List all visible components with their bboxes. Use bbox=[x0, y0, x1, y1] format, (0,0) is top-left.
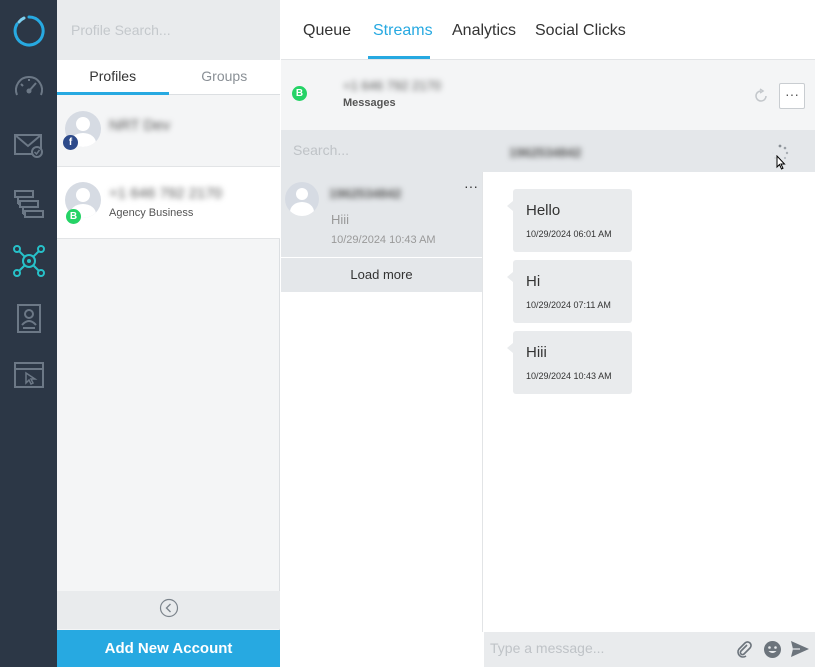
emoji-icon[interactable] bbox=[763, 640, 782, 664]
add-new-account-button[interactable]: Add New Account bbox=[57, 630, 280, 667]
message-timestamp: 10/29/2024 06:01 AM bbox=[526, 229, 612, 239]
refresh-icon[interactable] bbox=[753, 88, 769, 109]
stream-more-button[interactable]: ··· bbox=[779, 83, 805, 109]
logo-ring-icon[interactable] bbox=[0, 2, 57, 59]
attachment-icon[interactable] bbox=[735, 640, 753, 663]
profile-item-facebook[interactable]: f NRT Dev bbox=[57, 95, 280, 167]
main-navigation-rail bbox=[0, 0, 57, 667]
message-thread: Hello 10/29/2024 06:01 AM Hi 10/29/2024 … bbox=[484, 172, 815, 632]
list-item[interactable]: 1962534842 ··· Hiii 10/29/2024 10:43 AM bbox=[281, 172, 482, 257]
send-icon[interactable] bbox=[790, 640, 810, 663]
tab-profiles[interactable]: Profiles bbox=[57, 60, 169, 95]
collapse-bar bbox=[57, 591, 280, 629]
mouse-cursor-icon bbox=[776, 154, 786, 175]
conversation-menu-button[interactable]: ··· bbox=[464, 178, 478, 194]
message-timestamp: 10/29/2024 10:43 AM bbox=[526, 371, 612, 381]
whatsapp-business-icon: B bbox=[292, 86, 307, 101]
tab-groups[interactable]: Groups bbox=[169, 60, 281, 94]
conversation-search-bar: 1962534842 bbox=[281, 130, 815, 172]
conversation-name: 1962534842 bbox=[329, 186, 402, 201]
message-bubble: Hi 10/29/2024 07:11 AM bbox=[507, 260, 632, 323]
tab-analytics[interactable]: Analytics bbox=[452, 22, 516, 40]
conversation-timestamp: 10/29/2024 10:43 AM bbox=[331, 234, 436, 246]
message-bubble: Hello 10/29/2024 06:01 AM bbox=[507, 189, 632, 252]
profile-item-whatsapp[interactable]: B +1 646 792 2170 Agency Business bbox=[57, 167, 280, 239]
workflow-icon[interactable] bbox=[0, 175, 57, 232]
message-input[interactable] bbox=[490, 640, 710, 656]
profile-search-input[interactable] bbox=[71, 22, 261, 38]
message-timestamp: 10/29/2024 07:11 AM bbox=[526, 300, 611, 310]
stream-title: +1 646 792 2170 bbox=[343, 78, 441, 93]
message-text: Hi bbox=[526, 273, 541, 290]
dashboard-gauge-icon[interactable] bbox=[0, 59, 57, 116]
avatar bbox=[285, 182, 319, 216]
facebook-icon: f bbox=[63, 135, 78, 150]
top-navigation: Queue Streams Analytics Social Clicks bbox=[281, 0, 815, 60]
profile-name: +1 646 792 2170 bbox=[109, 185, 223, 202]
profile-search-bar bbox=[57, 0, 280, 60]
profile-tabs: Profiles Groups bbox=[57, 60, 280, 95]
chevron-left-icon[interactable] bbox=[159, 598, 179, 623]
stream-subtitle: Messages bbox=[343, 97, 396, 109]
inbox-mail-icon[interactable] bbox=[0, 116, 57, 173]
conversation-last-message: Hiii bbox=[331, 212, 350, 227]
whatsapp-business-icon: B bbox=[66, 209, 81, 224]
profile-subtitle: Agency Business bbox=[109, 207, 194, 219]
stream-header: B +1 646 792 2170 Messages ··· bbox=[281, 60, 815, 130]
profile-list: f NRT Dev B +1 646 792 2170 Agency Busin… bbox=[57, 95, 280, 239]
conversation-list: 1962534842 ··· Hiii 10/29/2024 10:43 AM … bbox=[281, 172, 483, 632]
tab-streams[interactable]: Streams bbox=[373, 22, 433, 40]
profile-name: NRT Dev bbox=[109, 117, 171, 134]
browser-click-icon[interactable] bbox=[0, 346, 57, 403]
active-conversation-name: 1962534842 bbox=[509, 145, 582, 160]
tab-social-clicks[interactable]: Social Clicks bbox=[535, 22, 626, 40]
tab-queue[interactable]: Queue bbox=[303, 22, 351, 40]
message-bubble: Hiii 10/29/2024 10:43 AM bbox=[507, 331, 632, 394]
message-composer bbox=[484, 632, 815, 667]
social-network-icon[interactable] bbox=[0, 232, 57, 289]
profiles-panel: Profiles Groups f NRT Dev B +1 646 792 2… bbox=[57, 0, 280, 667]
conversation-search-input[interactable] bbox=[293, 142, 463, 158]
message-text: Hiii bbox=[526, 344, 547, 361]
contacts-icon[interactable] bbox=[0, 289, 57, 346]
active-tab-indicator bbox=[368, 56, 430, 59]
load-more-button[interactable]: Load more bbox=[281, 257, 482, 292]
message-text: Hello bbox=[526, 202, 561, 219]
